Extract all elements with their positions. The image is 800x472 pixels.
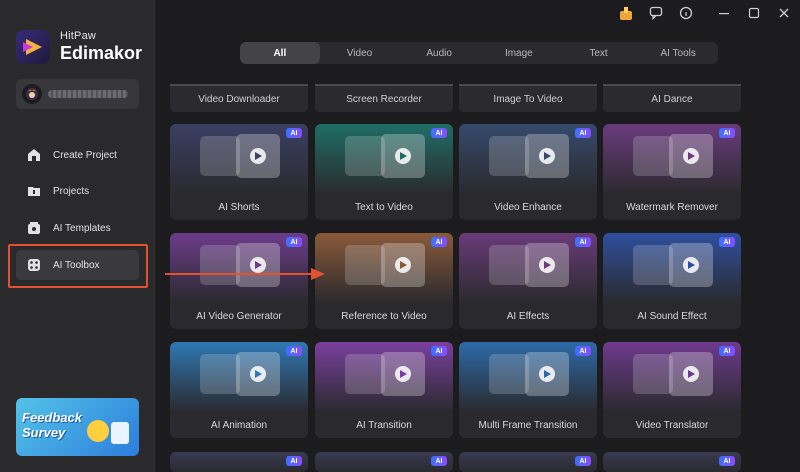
gift-icon[interactable] [616, 3, 636, 23]
app-logo: HitPaw Edimakor [16, 30, 142, 64]
ai-badge: AI [431, 128, 447, 138]
ai-badge: AI [719, 346, 735, 356]
chat-icon[interactable] [646, 3, 666, 23]
tool-card-label: AI Video Generator [196, 310, 282, 322]
tab-video[interactable]: Video [320, 42, 400, 64]
ai-badge: AI [719, 237, 735, 247]
sidebar-item-label: AI Templates [53, 222, 111, 234]
tool-card-text-to-video[interactable]: AI Text to Video [315, 124, 453, 220]
feedback-survey-text: Feedback Survey [22, 410, 82, 440]
sidebar-item-projects[interactable]: Projects [16, 176, 139, 206]
highlight-annotation [8, 244, 148, 288]
ai-templates-icon [26, 220, 42, 236]
account-button[interactable] [16, 79, 139, 109]
maximize-icon[interactable] [744, 3, 764, 23]
minimize-icon[interactable] [714, 3, 734, 23]
sidebar-item-ai-templates[interactable]: AI Templates [16, 213, 139, 243]
ai-badge: AI [286, 346, 302, 356]
document-icon [111, 422, 129, 444]
tool-card-ai-effects[interactable]: AI AI Effects [459, 233, 597, 329]
tool-card-label: Video Translator [635, 419, 709, 431]
create-project-icon [26, 147, 42, 163]
sidebar-item-label: Projects [53, 185, 90, 197]
tool-card-label: AI Effects [506, 310, 550, 322]
tool-card-label: AI Animation [210, 419, 268, 431]
tab-image[interactable]: Image [479, 42, 559, 64]
tool-card-partial[interactable]: AI [459, 452, 597, 472]
tool-card-watermark-remover[interactable]: AI Watermark Remover [603, 124, 741, 220]
ai-badge: AI [719, 128, 735, 138]
brand-name: Edimakor [60, 43, 143, 63]
tab-audio[interactable]: Audio [399, 42, 479, 64]
ai-badge: AI [431, 237, 447, 247]
tool-card-label: AI Transition [356, 419, 412, 431]
tool-card-ai-transition[interactable]: AI AI Transition [315, 342, 453, 438]
tool-video-downloader[interactable]: Video Downloader [170, 84, 308, 112]
tool-card-ai-animation[interactable]: AI AI Animation [170, 342, 308, 438]
tool-card-label: AI Shorts [218, 201, 260, 213]
logo-mark [16, 30, 50, 64]
account-name-blurred [48, 90, 128, 98]
ai-badge: AI [431, 346, 447, 356]
ai-badge: AI [575, 128, 591, 138]
titlebar-controls [616, 0, 800, 26]
tool-card-label: Watermark Remover [626, 201, 718, 213]
tool-screen-recorder[interactable]: Screen Recorder [315, 84, 453, 112]
tool-card-multi-frame-transition[interactable]: AI Multi Frame Transition [459, 342, 597, 438]
tool-card-partial[interactable]: AI [603, 452, 741, 472]
ai-badge: AI [575, 456, 591, 466]
info-icon[interactable] [676, 3, 696, 23]
ai-badge: AI [431, 456, 447, 466]
tool-card-ai-shorts[interactable]: AI AI Shorts [170, 124, 308, 220]
tool-card-partial[interactable]: AI [315, 452, 453, 472]
ai-badge: AI [575, 237, 591, 247]
smiley-icon [87, 420, 109, 442]
ai-badge: AI [286, 128, 302, 138]
tool-card-reference-to-video[interactable]: AI Reference to Video [315, 233, 453, 329]
arrow-annotation [165, 268, 325, 280]
tab-text[interactable]: Text [559, 42, 639, 64]
close-icon[interactable] [774, 3, 794, 23]
tool-card-label: AI Sound Effect [637, 310, 707, 322]
tool-card-ai-sound-effect[interactable]: AI AI Sound Effect [603, 233, 741, 329]
tool-card-label: Multi Frame Transition [478, 419, 578, 431]
tool-card-label: Reference to Video [341, 310, 427, 322]
tool-ai-dance[interactable]: AI Dance [603, 84, 741, 112]
tool-card-ai-video-generator[interactable]: AI AI Video Generator [170, 233, 308, 329]
category-tabs: All Video Audio Image Text AI Tools [240, 42, 718, 64]
tool-card-label: Video Enhance [494, 201, 562, 213]
brand-small: HitPaw [60, 30, 97, 42]
tab-all[interactable]: All [240, 42, 320, 64]
tool-card-video-enhance[interactable]: AI Video Enhance [459, 124, 597, 220]
ai-badge: AI [286, 237, 302, 247]
sidebar: HitPaw Edimakor Create Project Projects … [0, 0, 155, 472]
sidebar-item-label: Create Project [53, 149, 117, 161]
tab-ai-tools[interactable]: AI Tools [638, 42, 718, 64]
ai-badge: AI [719, 456, 735, 466]
sidebar-item-create-project[interactable]: Create Project [16, 140, 139, 170]
tool-card-label: Text to Video [355, 201, 413, 213]
feedback-survey-banner[interactable]: Feedback Survey [16, 398, 139, 456]
avatar [22, 84, 42, 104]
tool-image-to-video[interactable]: Image To Video [459, 84, 597, 112]
ai-badge: AI [575, 346, 591, 356]
tool-card-partial[interactable]: AI [170, 452, 308, 472]
projects-icon [26, 183, 42, 199]
tool-card-video-translator[interactable]: AI Video Translator [603, 342, 741, 438]
ai-badge: AI [286, 456, 302, 466]
